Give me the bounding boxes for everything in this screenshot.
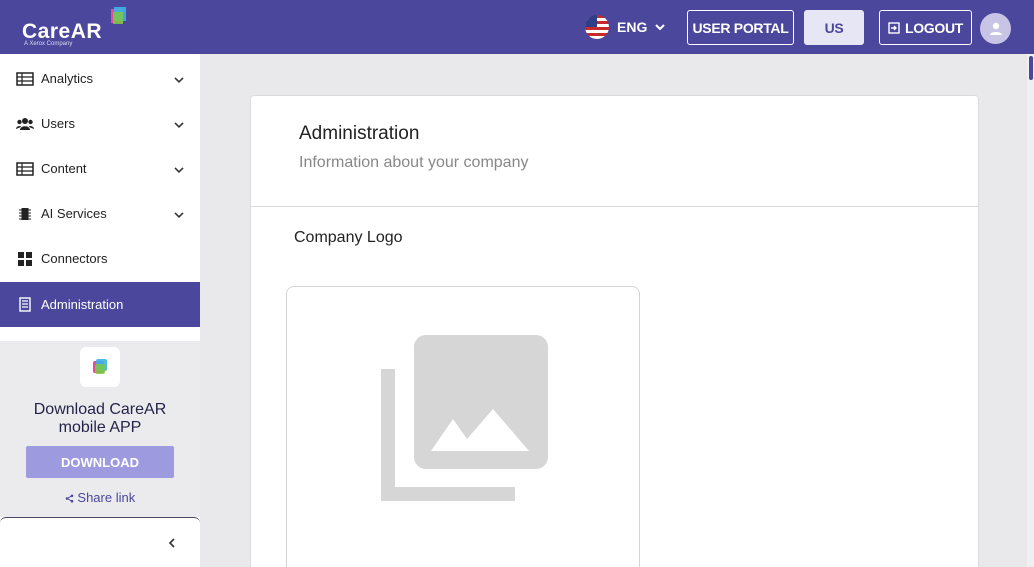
carear-logo[interactable]: CareAR A Xerox Company	[22, 6, 132, 50]
promo-title-line2: mobile APP	[58, 419, 142, 436]
sidebar-item-label: Users	[41, 116, 75, 131]
table-icon	[16, 161, 34, 177]
chevron-down-icon	[174, 121, 184, 128]
logo-cube-icon	[111, 7, 126, 24]
administration-card: Administration Information about your co…	[250, 95, 979, 567]
chevron-down-icon	[174, 211, 184, 218]
grid-icon	[16, 251, 34, 267]
sidebar-collapse-bar	[0, 517, 200, 567]
company-logo-upload[interactable]	[286, 286, 640, 567]
avatar[interactable]	[980, 13, 1011, 44]
scrollbar-thumb[interactable]	[1029, 56, 1033, 80]
share-link[interactable]: Share link	[0, 490, 200, 505]
sidebar-item-connectors[interactable]: Connectors	[0, 236, 200, 281]
table-icon	[16, 71, 34, 87]
users-icon	[16, 116, 34, 132]
page-subtitle: Information about your company	[299, 154, 529, 171]
sidebar: Analytics Users Content AI Services Conn…	[0, 54, 200, 567]
share-icon	[65, 494, 74, 503]
user-portal-button[interactable]: USER PORTAL	[687, 10, 794, 45]
promo-title: Download CareAR mobile APP	[0, 401, 200, 437]
language-label: ENG	[617, 19, 648, 35]
sidebar-item-label: Connectors	[41, 251, 108, 266]
chevron-left-icon[interactable]	[168, 537, 176, 549]
chevron-down-icon	[655, 23, 666, 30]
image-placeholder-icon	[381, 335, 548, 501]
promo-title-line1: Download CareAR	[33, 401, 167, 418]
sidebar-item-content[interactable]: Content	[0, 146, 200, 191]
sidebar-item-analytics[interactable]: Analytics	[0, 56, 200, 101]
top-bar: CareAR A Xerox Company ENG USER PORTAL U…	[0, 0, 1034, 54]
sidebar-item-administration[interactable]: Administration	[0, 282, 200, 327]
scrollbar[interactable]	[1027, 54, 1034, 567]
sidebar-item-ai-services[interactable]: AI Services	[0, 191, 200, 236]
sidebar-item-label: Administration	[41, 297, 124, 312]
user-icon	[989, 22, 1002, 35]
document-icon	[16, 297, 34, 313]
page-title: Administration	[299, 123, 420, 144]
chip-icon	[16, 206, 34, 222]
chevron-down-icon	[174, 166, 184, 173]
divider	[251, 206, 978, 207]
logout-label: LOGOUT	[904, 19, 964, 36]
region-button[interactable]: US	[804, 10, 864, 45]
sidebar-item-label: AI Services	[41, 206, 107, 221]
app-icon	[80, 347, 120, 387]
mobile-app-promo: Download CareAR mobile APP DOWNLOAD Shar…	[0, 341, 200, 517]
sidebar-item-label: Analytics	[41, 71, 94, 86]
sidebar-item-label: Content	[41, 161, 87, 176]
chevron-down-icon	[174, 76, 184, 83]
download-button[interactable]: DOWNLOAD	[26, 446, 174, 478]
logout-icon	[888, 21, 900, 34]
sidebar-item-users[interactable]: Users	[0, 101, 200, 146]
share-label: Share link	[77, 490, 136, 505]
language-selector[interactable]: ENG	[585, 14, 666, 40]
company-logo-title: Company Logo	[294, 229, 403, 246]
logout-button[interactable]: LOGOUT	[879, 10, 972, 45]
logo-subtitle: A Xerox Company	[24, 41, 73, 47]
us-flag-icon	[585, 15, 609, 39]
